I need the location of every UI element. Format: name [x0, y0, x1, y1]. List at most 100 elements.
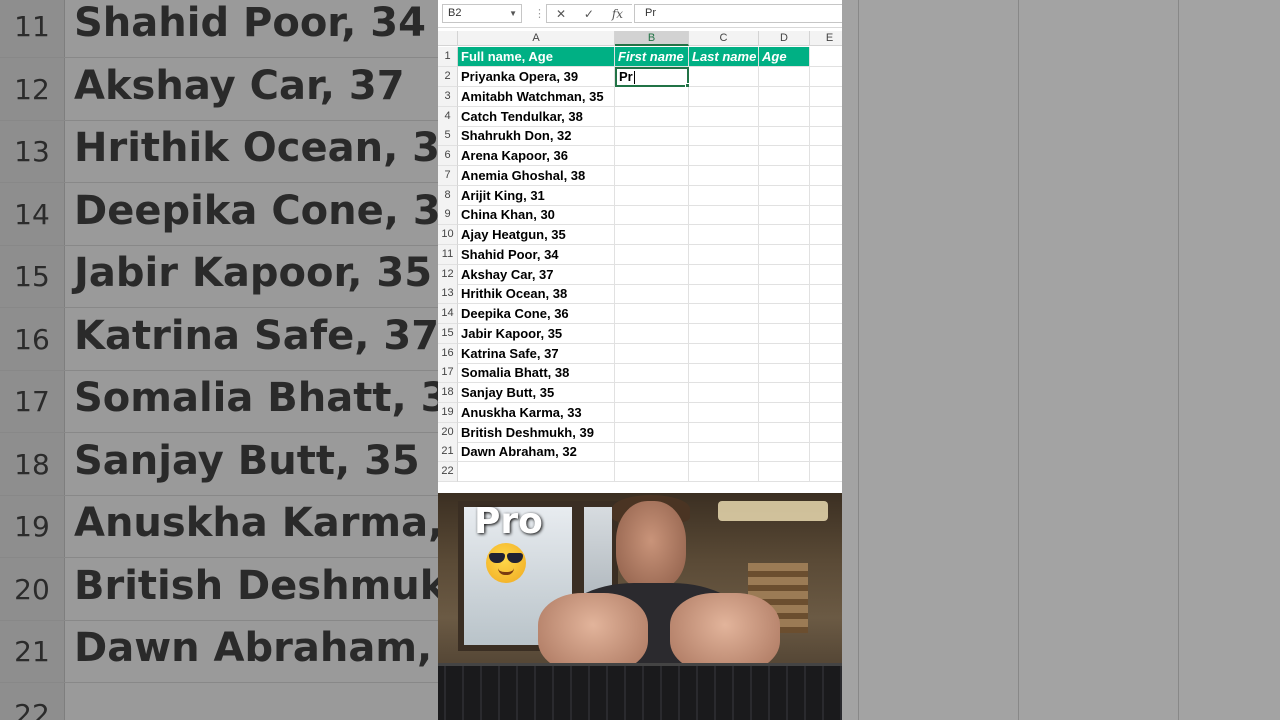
cell-full-name[interactable]: Catch Tendulkar, 38	[458, 106, 615, 127]
cell[interactable]	[615, 442, 689, 463]
cell[interactable]	[615, 165, 689, 186]
cell[interactable]	[689, 422, 759, 443]
cell[interactable]	[759, 244, 810, 265]
column-header-a[interactable]: A	[458, 31, 615, 46]
cell[interactable]	[689, 383, 759, 403]
cell[interactable]	[689, 146, 759, 166]
cell[interactable]	[759, 146, 810, 166]
header-cell-age[interactable]: Age	[759, 47, 810, 67]
row-number[interactable]: 21	[438, 442, 458, 463]
cell[interactable]	[810, 462, 842, 482]
drag-handle-icon[interactable]: ⋮	[534, 7, 545, 20]
cell[interactable]	[810, 225, 842, 245]
row-number[interactable]: 12	[438, 264, 458, 285]
row-number[interactable]: 10	[438, 225, 458, 245]
cell[interactable]	[810, 442, 842, 463]
cell[interactable]	[810, 126, 842, 147]
cell[interactable]	[810, 265, 842, 285]
cell[interactable]	[810, 403, 842, 423]
cell[interactable]	[615, 106, 689, 127]
cell[interactable]	[689, 86, 759, 107]
cell-full-name[interactable]: Somalia Bhatt, 38	[458, 363, 615, 384]
cell[interactable]	[615, 422, 689, 443]
row-number[interactable]: 17	[438, 363, 458, 384]
cell[interactable]	[810, 146, 842, 166]
cell[interactable]	[759, 86, 810, 107]
row-number[interactable]: 2	[438, 67, 458, 87]
cell[interactable]	[759, 442, 810, 463]
cell[interactable]	[810, 383, 842, 403]
cell[interactable]	[810, 324, 842, 344]
cell-full-name[interactable]: Deepika Cone, 36	[458, 304, 615, 324]
cell[interactable]	[689, 165, 759, 186]
cell-full-name[interactable]: Anuskha Karma, 33	[458, 402, 615, 423]
cell[interactable]	[615, 284, 689, 305]
cell[interactable]	[759, 284, 810, 305]
cell[interactable]	[759, 343, 810, 364]
cell[interactable]	[759, 264, 810, 285]
row-number[interactable]: 3	[438, 86, 458, 107]
cell[interactable]	[810, 107, 842, 127]
cell-full-name[interactable]: Shahid Poor, 34	[458, 244, 615, 265]
cell[interactable]	[689, 284, 759, 305]
cell[interactable]	[615, 205, 689, 226]
cell[interactable]	[810, 284, 842, 305]
cell[interactable]	[615, 185, 689, 206]
cell[interactable]	[615, 304, 689, 324]
column-header-c[interactable]: C	[689, 31, 759, 46]
cell[interactable]	[759, 67, 810, 87]
cell-full-name[interactable]: Sanjay Butt, 35	[458, 383, 615, 403]
cell[interactable]	[759, 422, 810, 443]
cell-full-name[interactable]: Ajay Heatgun, 35	[458, 225, 615, 245]
cell[interactable]	[615, 264, 689, 285]
cell[interactable]	[759, 402, 810, 423]
name-box[interactable]: B2 ▼	[442, 4, 522, 23]
cell-full-name[interactable]: Shahrukh Don, 32	[458, 126, 615, 147]
cell[interactable]	[615, 126, 689, 147]
cell[interactable]	[810, 67, 842, 87]
row-number[interactable]: 19	[438, 402, 458, 423]
row-number[interactable]: 1	[438, 47, 458, 67]
cell-full-name[interactable]: Arijit King, 31	[458, 185, 615, 206]
cell[interactable]	[810, 47, 842, 67]
cell-full-name[interactable]: British Deshmukh, 39	[458, 422, 615, 443]
cell[interactable]	[759, 165, 810, 186]
row-number[interactable]: 16	[438, 343, 458, 364]
header-cell-last-name[interactable]: Last name	[689, 47, 759, 67]
row-number[interactable]: 8	[438, 185, 458, 206]
cell-full-name[interactable]: Akshay Car, 37	[458, 264, 615, 285]
cell[interactable]	[689, 343, 759, 364]
row-number[interactable]: 4	[438, 106, 458, 127]
cell[interactable]	[689, 225, 759, 245]
row-number[interactable]: 11	[438, 244, 458, 265]
cell[interactable]	[759, 323, 810, 344]
formula-input[interactable]: Pr	[634, 4, 842, 23]
cell[interactable]	[810, 363, 842, 384]
cell[interactable]	[810, 87, 842, 107]
cell-full-name[interactable]: Katrina Safe, 37	[458, 343, 615, 364]
chevron-down-icon[interactable]: ▼	[509, 5, 517, 22]
cell[interactable]	[759, 462, 810, 482]
cell[interactable]	[615, 225, 689, 245]
row-number[interactable]: 5	[438, 126, 458, 147]
column-header-e[interactable]: E	[810, 31, 842, 46]
cell[interactable]	[615, 343, 689, 364]
active-cell-b2[interactable]: Pr	[615, 67, 689, 87]
cell-full-name[interactable]: Amitabh Watchman, 35	[458, 86, 615, 107]
column-header-b[interactable]: B	[615, 31, 689, 46]
cell[interactable]	[810, 423, 842, 443]
cell[interactable]	[810, 186, 842, 206]
cell[interactable]	[615, 383, 689, 403]
cell[interactable]	[689, 323, 759, 344]
cell[interactable]	[810, 245, 842, 265]
cell-full-name[interactable]: Arena Kapoor, 36	[458, 146, 615, 166]
header-cell-full-name[interactable]: Full name, Age	[458, 47, 615, 67]
cell-full-name[interactable]: Hrithik Ocean, 38	[458, 284, 615, 305]
cell[interactable]	[759, 126, 810, 147]
cell[interactable]	[689, 462, 759, 482]
row-number[interactable]: 13	[438, 284, 458, 305]
cell[interactable]	[759, 304, 810, 324]
cell[interactable]	[759, 225, 810, 245]
cell[interactable]	[689, 442, 759, 463]
cell[interactable]	[759, 205, 810, 226]
